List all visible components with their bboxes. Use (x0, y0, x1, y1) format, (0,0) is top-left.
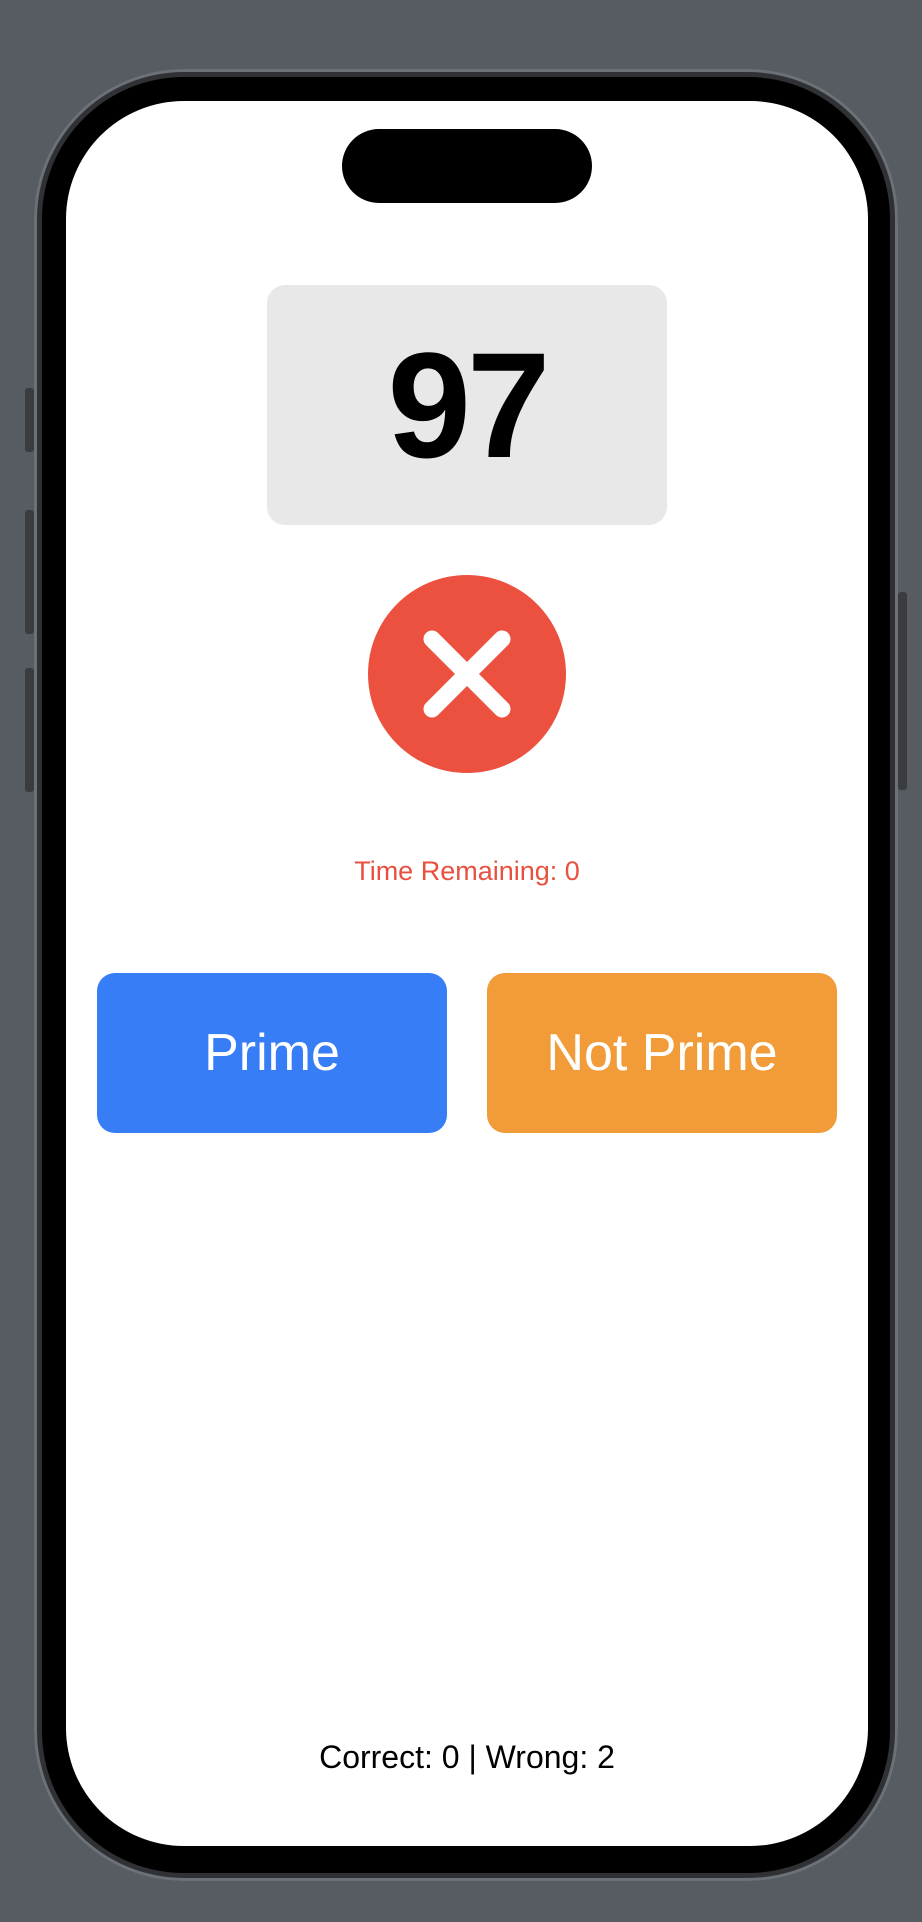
app-screen: 97 Time Remaining: 0 Prime Not Prime Cor… (66, 101, 868, 1846)
power-button (898, 592, 907, 790)
wrong-answer-indicator (368, 575, 566, 773)
x-mark-icon (423, 630, 511, 718)
prime-button[interactable]: Prime (97, 973, 447, 1133)
number-display: 97 (267, 285, 667, 525)
dynamic-island (342, 129, 592, 203)
time-remaining-label: Time Remaining: 0 (354, 856, 580, 886)
volume-down-button (25, 668, 34, 792)
current-number: 97 (387, 321, 551, 489)
volume-up-button (25, 510, 34, 634)
not-prime-button[interactable]: Not Prime (487, 973, 837, 1133)
score-label: Correct: 0 | Wrong: 2 (319, 1739, 615, 1775)
action-button (25, 388, 34, 452)
